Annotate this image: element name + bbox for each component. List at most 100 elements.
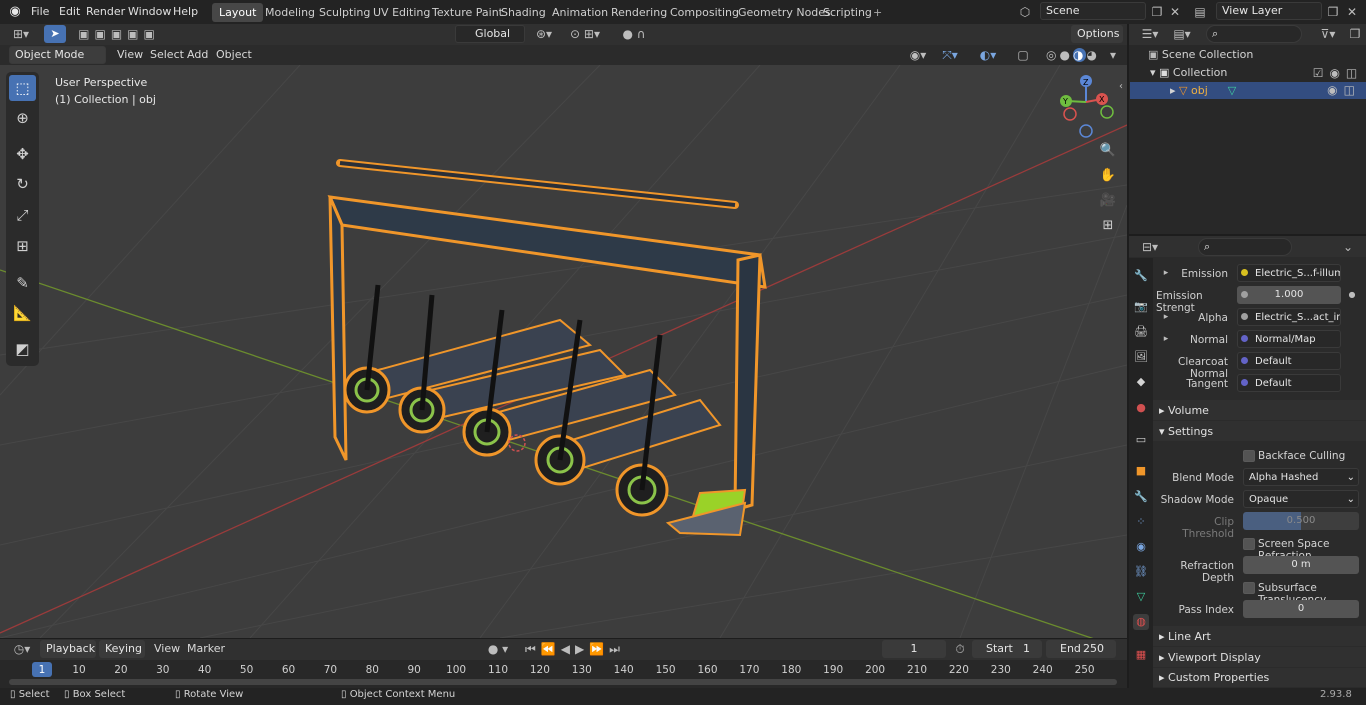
scene-tab-icon[interactable]: ◆ xyxy=(1133,374,1149,390)
orientation-dropdown[interactable]: Global xyxy=(455,25,525,43)
line-art-section[interactable]: ▸ Line Art xyxy=(1159,630,1211,643)
filter-icon[interactable]: ⊽▾ xyxy=(1316,25,1340,43)
keyframe-dot-icon[interactable]: ● xyxy=(1347,286,1357,304)
scene-field[interactable]: Scene xyxy=(1040,2,1146,20)
annotate-tool-icon[interactable]: ✎ xyxy=(9,270,36,296)
world-tab-icon[interactable]: ● xyxy=(1133,400,1149,416)
navigation-gizmo[interactable]: Z X Y xyxy=(1055,72,1125,142)
outliner-display-mode-icon[interactable]: ▤▾ xyxy=(1170,25,1194,43)
shadow-mode-dropdown[interactable]: Opaque ⌄ xyxy=(1243,490,1359,508)
outliner-search-input[interactable]: ⌕ xyxy=(1206,25,1302,43)
emission-strength-field[interactable]: 1.000 xyxy=(1237,286,1341,304)
timeline-menu-marker[interactable]: Marker xyxy=(182,640,230,658)
shading-dropdown-icon[interactable]: ▾ xyxy=(1107,46,1119,64)
visibility-icon[interactable]: ◉▾ xyxy=(903,46,933,64)
collection-tab-icon[interactable]: ▭ xyxy=(1133,432,1149,448)
ortho-grid-icon[interactable]: ⊞ xyxy=(1097,215,1119,237)
playback-controls[interactable]: ⏮⏪◀▶⏩⏭ xyxy=(521,640,629,658)
zoom-icon[interactable]: 🔍 xyxy=(1097,140,1119,162)
texture-tab-icon[interactable]: ▦ xyxy=(1133,647,1149,663)
rotate-tool-icon[interactable]: ↻ xyxy=(9,171,36,197)
sss-checkbox[interactable] xyxy=(1243,582,1255,594)
end-frame-field[interactable]: End 250 xyxy=(1046,640,1116,658)
menu-view[interactable]: View xyxy=(112,46,148,64)
material-tab-icon[interactable]: ◍ xyxy=(1133,614,1149,630)
measure-tool-icon[interactable]: 📐 xyxy=(9,300,36,326)
delete-scene-icon[interactable]: ✕ xyxy=(1168,3,1182,21)
constraints-tab-icon[interactable]: ⛓ xyxy=(1133,564,1149,580)
camera-icon[interactable]: 🎥 xyxy=(1097,190,1119,212)
timeline-editor-icon[interactable]: ◷▾ xyxy=(8,640,36,658)
view-layer-icon[interactable]: ▤ xyxy=(1188,3,1212,21)
object-toggle-icons[interactable]: ◉◫ xyxy=(1324,82,1364,99)
data-tab-icon[interactable]: ▽ xyxy=(1133,589,1149,605)
volume-section[interactable]: ▸ Volume xyxy=(1159,404,1209,417)
new-collection-icon[interactable]: ❐ xyxy=(1347,25,1363,43)
outliner-object[interactable]: ▸ ▽ obj ▽ xyxy=(1170,82,1236,99)
physics-tab-icon[interactable]: ◉ xyxy=(1133,539,1149,555)
current-frame-field[interactable]: 1 xyxy=(882,640,946,658)
proportional-edit-icon[interactable]: ● ∩ xyxy=(611,25,657,43)
mode-dropdown[interactable]: Object Mode xyxy=(9,46,106,64)
record-icon[interactable]: ● ▾ xyxy=(481,640,515,658)
playback-dropdown[interactable]: Playback xyxy=(40,640,96,658)
xray-icon[interactable]: ▢ xyxy=(1015,46,1031,64)
transform-tool-icon[interactable]: ⊞ xyxy=(9,233,36,259)
scene-icon[interactable]: ⬡ xyxy=(1013,3,1037,21)
collection-toggle-icons[interactable]: ☑◉◫ xyxy=(1309,64,1366,82)
menu-help[interactable]: Help xyxy=(167,3,204,21)
properties-options-icon[interactable]: ⌄ xyxy=(1340,238,1356,256)
ssr-checkbox[interactable] xyxy=(1243,538,1255,550)
normal-field[interactable]: Normal/Map xyxy=(1237,330,1341,348)
shading-mode-icons[interactable]: ◎●◑◕ xyxy=(1036,46,1110,64)
sidebar-toggle-icon[interactable]: ‹ xyxy=(1116,78,1126,96)
snap-icon[interactable]: ⊙ ⊞▾ xyxy=(562,25,608,43)
add-cube-tool-icon[interactable]: ◩ xyxy=(9,336,36,362)
custom-properties-section[interactable]: ▸ Custom Properties xyxy=(1159,671,1269,684)
refraction-depth-field[interactable]: 0 m xyxy=(1243,556,1359,574)
blend-mode-dropdown[interactable]: Alpha Hashed ⌄ xyxy=(1243,468,1359,486)
properties-editor-icon[interactable]: ⊟▾ xyxy=(1136,238,1164,256)
delete-view-layer-icon[interactable]: ✕ xyxy=(1345,3,1359,21)
clip-threshold-slider[interactable]: 0.500 xyxy=(1243,512,1359,530)
new-scene-icon[interactable]: ❐ xyxy=(1149,3,1165,21)
overlay-icon[interactable]: ◐▾ xyxy=(973,46,1003,64)
pivot-icon[interactable]: ⊛▾ xyxy=(531,25,557,43)
select-box-tool-icon[interactable]: ⬚ xyxy=(9,75,36,101)
outliner-scene-collection[interactable]: ▣ Scene Collection xyxy=(1148,46,1366,64)
view-layer-field[interactable]: View Layer xyxy=(1216,2,1322,20)
keying-dropdown[interactable]: Keying xyxy=(99,640,145,658)
stopwatch-icon[interactable]: ⏱ xyxy=(952,640,968,658)
viewport-display-section[interactable]: ▸ Viewport Display xyxy=(1159,651,1261,664)
settings-section[interactable]: ▾ Settings xyxy=(1159,425,1213,438)
properties-search-input[interactable]: ⌕ xyxy=(1198,238,1292,256)
menu-file[interactable]: File xyxy=(25,3,55,21)
pass-index-field[interactable]: 0 xyxy=(1243,600,1359,618)
render-tab-icon[interactable]: 📷 xyxy=(1133,299,1149,315)
gizmo-toggle-icon[interactable]: ⤧▾ xyxy=(935,46,965,64)
clearcoat-normal-field[interactable]: Default xyxy=(1237,352,1341,370)
tangent-field[interactable]: Default xyxy=(1237,374,1341,392)
move-tool-icon[interactable]: ✥ xyxy=(9,141,36,167)
blender-logo-icon[interactable]: ◉ xyxy=(6,3,24,21)
outliner-editor-icon[interactable]: ☰▾ xyxy=(1136,25,1164,43)
tab-shading[interactable]: Shading xyxy=(494,3,553,22)
menu-object[interactable]: Object xyxy=(211,46,257,64)
options-dropdown[interactable]: Options xyxy=(1071,25,1123,43)
particles-tab-icon[interactable]: ⁘ xyxy=(1133,514,1149,530)
backface-culling-checkbox[interactable] xyxy=(1243,450,1255,462)
menu-add[interactable]: Add xyxy=(182,46,213,64)
3d-viewport[interactable] xyxy=(0,65,1127,638)
start-frame-field[interactable]: Start 1 xyxy=(972,640,1042,658)
cursor-tool-icon[interactable]: ⊕ xyxy=(9,105,36,131)
output-tab-icon[interactable]: 🖨 xyxy=(1133,324,1149,340)
tab-layout[interactable]: Layout xyxy=(212,3,264,22)
object-tab-icon[interactable]: ■ xyxy=(1133,463,1149,479)
timeline-scrollbar[interactable] xyxy=(9,679,1117,685)
pan-hand-icon[interactable]: ✋ xyxy=(1097,165,1119,187)
tweak-tool-icon[interactable]: ➤ xyxy=(44,25,66,43)
add-workspace-button[interactable]: + xyxy=(866,3,889,22)
editor-type-icon[interactable]: ⊞▾ xyxy=(8,25,34,43)
modifier-tab-icon[interactable]: 🔧 xyxy=(1133,489,1149,505)
timeline-menu-view[interactable]: View xyxy=(149,640,185,658)
